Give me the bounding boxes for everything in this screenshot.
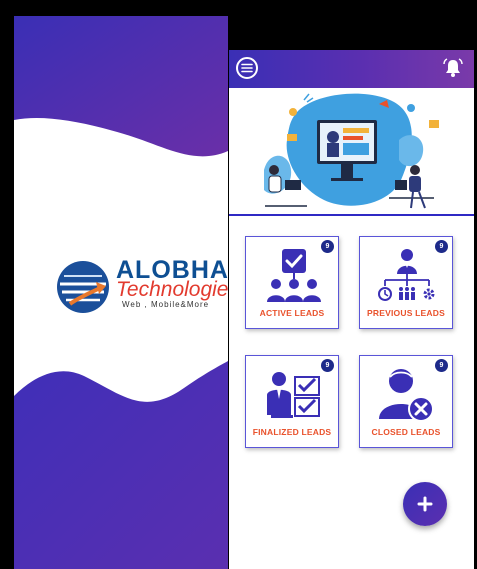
previous-leads-badge: 9: [435, 240, 448, 253]
alobha-logo: ALOBHA Technologies Web , Mobile&More: [52, 254, 228, 324]
splash-screen: ALOBHA Technologies Web , Mobile&More: [14, 16, 228, 569]
checklist-team-icon: [267, 249, 321, 302]
logo-tagline-text: Web , Mobile&More: [122, 300, 210, 309]
user-remove-icon: [379, 369, 434, 422]
hero-illustration: [264, 93, 439, 209]
finalized-leads-badge: 9: [321, 359, 334, 372]
app-home-screen: 9 ACTIVE LEADS 9 PREVIOUS LEADS 9 FINALI…: [229, 50, 474, 569]
org-chart-icon: [378, 249, 435, 301]
hero-divider: [229, 214, 474, 216]
closed-leads-label: CLOSED LEADS: [371, 427, 441, 437]
menu-icon: [241, 63, 253, 73]
closed-leads-card[interactable]: 9 CLOSED LEADS: [359, 355, 453, 448]
globe-logo-icon: [57, 261, 109, 313]
active-leads-badge: 9: [321, 240, 334, 253]
finalized-leads-label: FINALIZED LEADS: [252, 427, 332, 437]
previous-leads-card[interactable]: 9 PREVIOUS LEADS: [359, 236, 453, 329]
closed-leads-badge: 9: [435, 359, 448, 372]
plus-icon: [417, 496, 433, 512]
previous-leads-label: PREVIOUS LEADS: [367, 308, 445, 318]
menu-button[interactable]: [236, 57, 258, 79]
app-header: [229, 50, 474, 88]
add-lead-button[interactable]: [403, 482, 447, 526]
active-leads-card[interactable]: 9 ACTIVE LEADS: [245, 236, 339, 329]
logo-subtitle-text: Technologies: [116, 278, 228, 301]
finalized-leads-card[interactable]: 9 FINALIZED LEADS: [245, 355, 339, 448]
bell-icon[interactable]: [442, 57, 464, 79]
active-leads-label: ACTIVE LEADS: [259, 308, 325, 318]
person-checklist-icon: [267, 372, 320, 418]
